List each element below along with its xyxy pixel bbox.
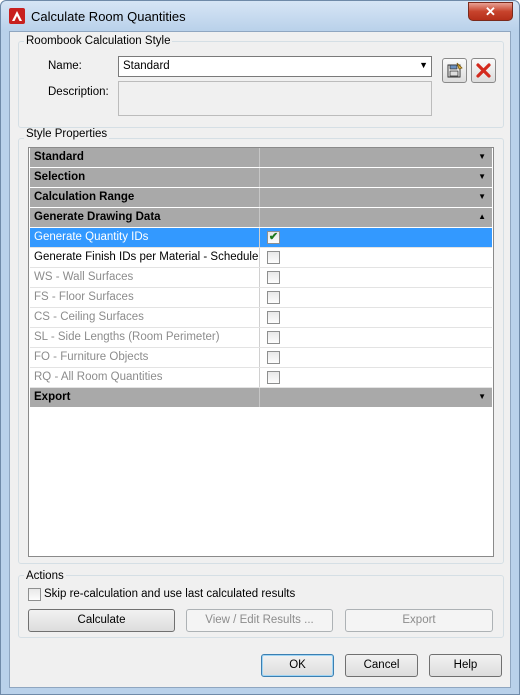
category-value-cell: ▼ (261, 148, 492, 167)
property-row-generate-finish-ids[interactable]: Generate Finish IDs per Material - Sched… (30, 248, 492, 268)
property-value-cell (261, 368, 492, 387)
chevron-down-icon[interactable]: ▼ (478, 192, 486, 201)
property-row-floor-surfaces[interactable]: FS - Floor Surfaces (30, 288, 492, 308)
category-value-cell: ▼ (261, 388, 492, 407)
description-field[interactable] (118, 81, 432, 116)
save-style-icon (447, 62, 463, 78)
name-label: Name: (48, 60, 82, 72)
style-name-dropdown[interactable]: Standard ▼ (118, 56, 432, 77)
property-value-cell (261, 288, 492, 307)
category-label: Standard (30, 148, 260, 167)
delete-x-icon (476, 63, 491, 78)
properties-group-label: Style Properties (24, 128, 110, 140)
category-label: Calculation Range (30, 188, 260, 207)
actions-group-label: Actions (24, 570, 66, 582)
skip-recalculation-label[interactable]: Skip re-calculation and use last calcula… (44, 588, 295, 600)
skip-recalculation-checkbox[interactable] (28, 588, 41, 601)
description-label: Description: (48, 86, 109, 98)
category-row-calculation-range[interactable]: Calculation Range ▼ (30, 188, 492, 208)
cancel-button[interactable]: Cancel (345, 654, 418, 677)
category-row-generate-drawing-data[interactable]: Generate Drawing Data ▲ (30, 208, 492, 228)
close-button[interactable]: ✕ (468, 2, 513, 21)
app-logo-icon (9, 8, 25, 24)
view-edit-results-button[interactable]: View / Edit Results ... (186, 609, 333, 632)
window-title: Calculate Room Quantities (31, 9, 186, 24)
property-value-cell (261, 268, 492, 287)
category-label: Generate Drawing Data (30, 208, 260, 227)
property-value-cell (261, 328, 492, 347)
chevron-down-icon: ▼ (419, 60, 428, 70)
property-label: WS - Wall Surfaces (30, 268, 260, 287)
category-row-selection[interactable]: Selection ▼ (30, 168, 492, 188)
wall-surfaces-checkbox[interactable] (267, 271, 280, 284)
title-bar[interactable]: Calculate Room Quantities ✕ (1, 1, 519, 31)
property-grid[interactable]: Standard ▼ Selection ▼ Calculation Range… (28, 147, 494, 557)
calculate-button[interactable]: Calculate (28, 609, 175, 632)
help-button[interactable]: Help (429, 654, 502, 677)
property-row-furniture-objects[interactable]: FO - Furniture Objects (30, 348, 492, 368)
category-label: Export (30, 388, 260, 407)
all-room-quantities-checkbox[interactable] (267, 371, 280, 384)
property-row-generate-quantity-ids[interactable]: Generate Quantity IDs ✔ (30, 228, 492, 248)
property-label: Generate Finish IDs per Material - Sched… (30, 248, 260, 267)
dialog-body: Roombook Calculation Style Name: Standar… (9, 31, 511, 688)
chevron-up-icon[interactable]: ▲ (478, 212, 486, 221)
chevron-down-icon[interactable]: ▼ (478, 152, 486, 161)
category-value-cell: ▼ (261, 188, 492, 207)
generate-finish-ids-checkbox[interactable] (267, 251, 280, 264)
chevron-down-icon[interactable]: ▼ (478, 392, 486, 401)
property-row-all-room-quantities[interactable]: RQ - All Room Quantities (30, 368, 492, 388)
category-value-cell: ▼ (261, 168, 492, 187)
property-value-cell (261, 308, 492, 327)
property-value-cell: ✔ (261, 228, 492, 247)
property-value-cell (261, 348, 492, 367)
property-value-cell (261, 248, 492, 267)
delete-style-button[interactable] (471, 58, 496, 83)
export-button[interactable]: Export (345, 609, 493, 632)
furniture-objects-checkbox[interactable] (267, 351, 280, 364)
category-row-export[interactable]: Export ▼ (30, 388, 492, 408)
property-row-side-lengths[interactable]: SL - Side Lengths (Room Perimeter) (30, 328, 492, 348)
floor-surfaces-checkbox[interactable] (267, 291, 280, 304)
side-lengths-checkbox[interactable] (267, 331, 280, 344)
generate-quantity-ids-checkbox[interactable]: ✔ (267, 231, 280, 244)
property-label: FS - Floor Surfaces (30, 288, 260, 307)
property-label: CS - Ceiling Surfaces (30, 308, 260, 327)
style-group-label: Roombook Calculation Style (24, 35, 173, 47)
property-row-wall-surfaces[interactable]: WS - Wall Surfaces (30, 268, 492, 288)
chevron-down-icon[interactable]: ▼ (478, 172, 486, 181)
ok-button[interactable]: OK (261, 654, 334, 677)
category-value-cell: ▲ (261, 208, 492, 227)
category-row-standard[interactable]: Standard ▼ (30, 148, 492, 168)
property-label: SL - Side Lengths (Room Perimeter) (30, 328, 260, 347)
ceiling-surfaces-checkbox[interactable] (267, 311, 280, 324)
property-label: FO - Furniture Objects (30, 348, 260, 367)
property-row-ceiling-surfaces[interactable]: CS - Ceiling Surfaces (30, 308, 492, 328)
save-style-button[interactable] (442, 58, 467, 83)
property-label: Generate Quantity IDs (30, 228, 260, 247)
style-name-value: Standard (123, 60, 170, 72)
category-label: Selection (30, 168, 260, 187)
property-label: RQ - All Room Quantities (30, 368, 260, 387)
dialog-window: Calculate Room Quantities ✕ Roombook Cal… (0, 0, 520, 695)
